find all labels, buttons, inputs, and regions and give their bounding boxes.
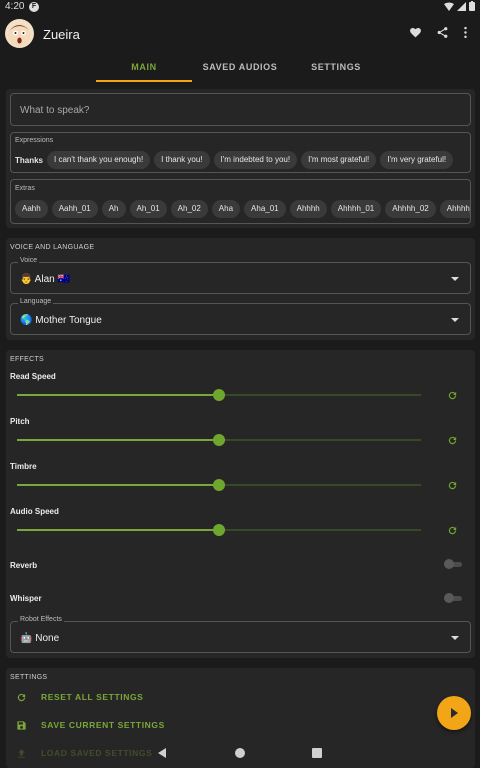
heart-icon[interactable] (409, 26, 422, 39)
expressions-chip-row: Thanks I can't thank you enough! I thank… (15, 151, 470, 169)
extra-chip[interactable]: Ah_01 (129, 200, 167, 218)
wifi-icon (444, 2, 454, 11)
read-speed-label: Read Speed (10, 372, 56, 381)
chevron-down-icon (451, 277, 459, 281)
language-value: 🌎 Mother Tongue (20, 315, 102, 326)
expression-chip[interactable]: I thank you! (154, 151, 210, 169)
tab-saved-audios[interactable]: SAVED AUDIOS (192, 56, 288, 82)
chevron-down-icon (451, 636, 459, 640)
reverb-toggle[interactable] (444, 559, 464, 569)
speak-input[interactable]: What to speak? (10, 93, 471, 126)
system-nav-bar (0, 739, 480, 768)
expressions-box: Expressions Thanks I can't thank you eno… (10, 132, 471, 173)
refresh-icon[interactable] (447, 525, 458, 536)
voice-dropdown[interactable]: 👨 Alan 🇦🇺 (10, 262, 471, 294)
extra-chip[interactable]: Aahh_01 (51, 200, 98, 218)
slider-thumb[interactable] (213, 389, 225, 401)
audio-speed-label: Audio Speed (10, 507, 59, 516)
save-current-settings-button[interactable]: SAVE CURRENT SETTINGS (16, 716, 165, 734)
robot-effects-value: 🤖 None (20, 633, 60, 644)
expression-chip[interactable]: I can't thank you enough! (47, 151, 151, 169)
voice-value: 👨 Alan 🇦🇺 (20, 274, 70, 285)
app-title: Zueira (43, 27, 80, 42)
home-icon[interactable] (235, 748, 245, 758)
effects-card: EFFECTS Read Speed Pitch Timbre Audio Sp… (6, 350, 475, 658)
extra-chip[interactable]: Aha (211, 200, 241, 218)
app-avatar (5, 19, 34, 48)
whisper-label: Whisper (10, 594, 42, 603)
expressions-category[interactable]: Thanks (15, 156, 43, 165)
extra-chip[interactable]: Ah_02 (170, 200, 208, 218)
whisper-toggle[interactable] (444, 593, 464, 603)
voice-language-title: VOICE AND LANGUAGE (10, 244, 95, 251)
extras-chip-row: Aahh Aahh_01 Ah Ah_01 Ah_02 Aha Aha_01 A… (15, 200, 470, 218)
pitch-slider[interactable] (17, 433, 421, 447)
play-icon (451, 708, 458, 718)
speak-card: What to speak? Expressions Thanks I can'… (6, 89, 475, 228)
reverb-label: Reverb (10, 561, 38, 570)
extras-box: Extras Aahh Aahh_01 Ah Ah_01 Ah_02 Aha A… (10, 179, 471, 224)
robot-effects-dropdown[interactable]: 🤖 None (10, 621, 471, 653)
save-current-settings-label: SAVE CURRENT SETTINGS (41, 720, 165, 730)
language-dropdown[interactable]: 🌎 Mother Tongue (10, 303, 471, 335)
extra-chip[interactable]: Ahhhh (289, 200, 327, 218)
expressions-label: Expressions (15, 137, 54, 144)
extras-label: Extras (15, 185, 35, 192)
slider-thumb[interactable] (213, 434, 225, 446)
signal-icon (457, 1, 466, 11)
settings-title: SETTINGS (10, 674, 48, 681)
reset-all-settings-button[interactable]: RESET ALL SETTINGS (16, 688, 143, 706)
timbre-label: Timbre (10, 462, 37, 471)
share-icon[interactable] (436, 26, 449, 39)
refresh-icon (17, 693, 26, 701)
expression-chip[interactable]: I'm most grateful! (301, 151, 377, 169)
back-icon[interactable] (158, 748, 166, 758)
status-time: 4:20 (5, 1, 25, 12)
language-label: Language (18, 298, 54, 305)
surprised-face-icon (8, 24, 31, 46)
tab-main[interactable]: MAIN (96, 56, 192, 82)
tab-bar: MAIN SAVED AUDIOS SETTINGS (0, 56, 480, 82)
refresh-icon[interactable] (447, 390, 458, 401)
slider-thumb[interactable] (213, 479, 225, 491)
extra-chip[interactable]: Ahhhh_01 (330, 200, 382, 218)
status-bar: 4:20 F (0, 0, 480, 14)
expression-chip[interactable]: I'm indebted to you! (213, 151, 298, 169)
extra-chip[interactable]: Aha_01 (244, 200, 286, 218)
effects-title: EFFECTS (10, 356, 44, 363)
slider-thumb[interactable] (213, 524, 225, 536)
tab-settings[interactable]: SETTINGS (288, 56, 384, 82)
app-bar: Zueira (0, 14, 480, 56)
chevron-down-icon (451, 318, 459, 322)
reset-all-settings-label: RESET ALL SETTINGS (41, 692, 144, 702)
refresh-icon[interactable] (447, 480, 458, 491)
play-button[interactable] (437, 696, 471, 730)
voice-language-card: VOICE AND LANGUAGE 👨 Alan 🇦🇺 Voice 🌎 Mot… (6, 238, 475, 340)
extra-chip[interactable]: Aahh (15, 200, 48, 218)
timbre-slider[interactable] (17, 478, 421, 492)
extra-chip[interactable]: Ahhhh_02 (385, 200, 436, 218)
recent-apps-icon[interactable] (312, 748, 322, 758)
robot-effects-label: Robot Effects (18, 616, 64, 623)
voice-label: Voice (18, 257, 40, 264)
pitch-label: Pitch (10, 417, 30, 426)
refresh-icon[interactable] (447, 435, 458, 446)
more-vert-icon[interactable] (463, 26, 468, 39)
save-icon (17, 720, 26, 730)
extra-chip[interactable]: Ahhhh_0 (439, 200, 470, 218)
audio-speed-slider[interactable] (17, 523, 421, 537)
expression-chip[interactable]: I'm very grateful! (380, 151, 454, 169)
extra-chip[interactable]: Ah (101, 200, 126, 218)
speak-placeholder: What to speak? (20, 105, 90, 116)
battery-icon (469, 1, 475, 11)
read-speed-slider[interactable] (17, 388, 421, 402)
notification-app-icon: F (29, 2, 39, 12)
